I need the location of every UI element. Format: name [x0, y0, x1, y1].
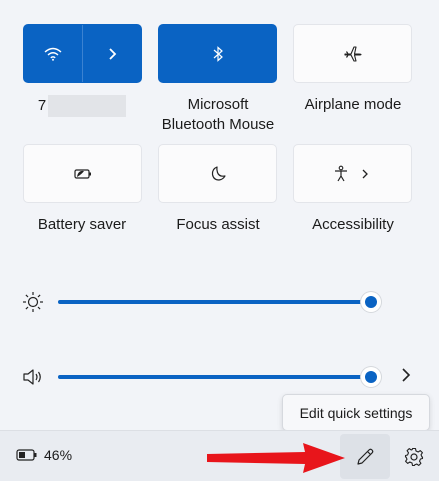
edit-quick-settings-tooltip: Edit quick settings — [282, 394, 430, 431]
audio-output-button[interactable] — [400, 367, 412, 388]
battery-saver-tile[interactable] — [23, 144, 142, 203]
accessibility-icon — [334, 165, 368, 181]
wifi-network-name: 7 — [37, 97, 47, 114]
pencil-icon — [357, 448, 374, 465]
volume-slider-track[interactable] — [58, 375, 374, 379]
wifi-toggle[interactable] — [24, 25, 82, 82]
battery-saver-icon — [73, 168, 91, 179]
gear-icon — [404, 447, 424, 467]
brightness-icon — [22, 291, 44, 313]
airplane-mode-tile[interactable] — [293, 24, 412, 83]
focus-assist-tile[interactable] — [158, 144, 277, 203]
volume-slider-row — [22, 365, 422, 389]
wifi-expand-button[interactable] — [83, 25, 141, 82]
redacted-block — [48, 95, 127, 117]
bluetooth-label-line2: Bluetooth Mouse — [161, 116, 275, 133]
focus-assist-label: Focus assist — [176, 216, 260, 233]
settings-button[interactable] — [398, 441, 430, 473]
speaker-icon[interactable] — [22, 366, 44, 388]
battery-icon — [16, 449, 37, 461]
battery-percent: 46% — [44, 447, 73, 463]
airplane-mode-label: Airplane mode — [304, 96, 402, 113]
bluetooth-label-line1: Microsoft — [187, 96, 249, 113]
brightness-slider-thumb[interactable] — [361, 292, 381, 312]
brightness-slider-row — [22, 290, 422, 314]
battery-saver-label: Battery saver — [37, 216, 127, 233]
wifi-label: 7 — [12, 95, 152, 117]
edit-quick-settings-button[interactable] — [340, 434, 390, 479]
volume-slider-thumb[interactable] — [361, 367, 381, 387]
annotation-arrow-icon — [207, 443, 345, 473]
airplane-icon — [343, 45, 362, 62]
wifi-tile[interactable] — [23, 24, 142, 83]
bluetooth-tile[interactable] — [158, 24, 277, 83]
brightness-slider-track[interactable] — [58, 300, 374, 304]
wifi-icon — [44, 47, 62, 61]
moon-icon — [211, 165, 226, 181]
accessibility-label: Accessibility — [312, 216, 394, 233]
quick-settings-panel: 7 Microsoft Bluetooth Mouse Airplane mod… — [0, 0, 439, 430]
battery-status[interactable]: 46% — [16, 447, 72, 463]
accessibility-tile[interactable] — [293, 144, 412, 203]
bluetooth-label: Microsoft Bluetooth Mouse — [148, 95, 288, 135]
chevron-right-icon — [402, 367, 411, 382]
chevron-right-icon — [109, 47, 117, 60]
bluetooth-icon — [213, 45, 223, 62]
